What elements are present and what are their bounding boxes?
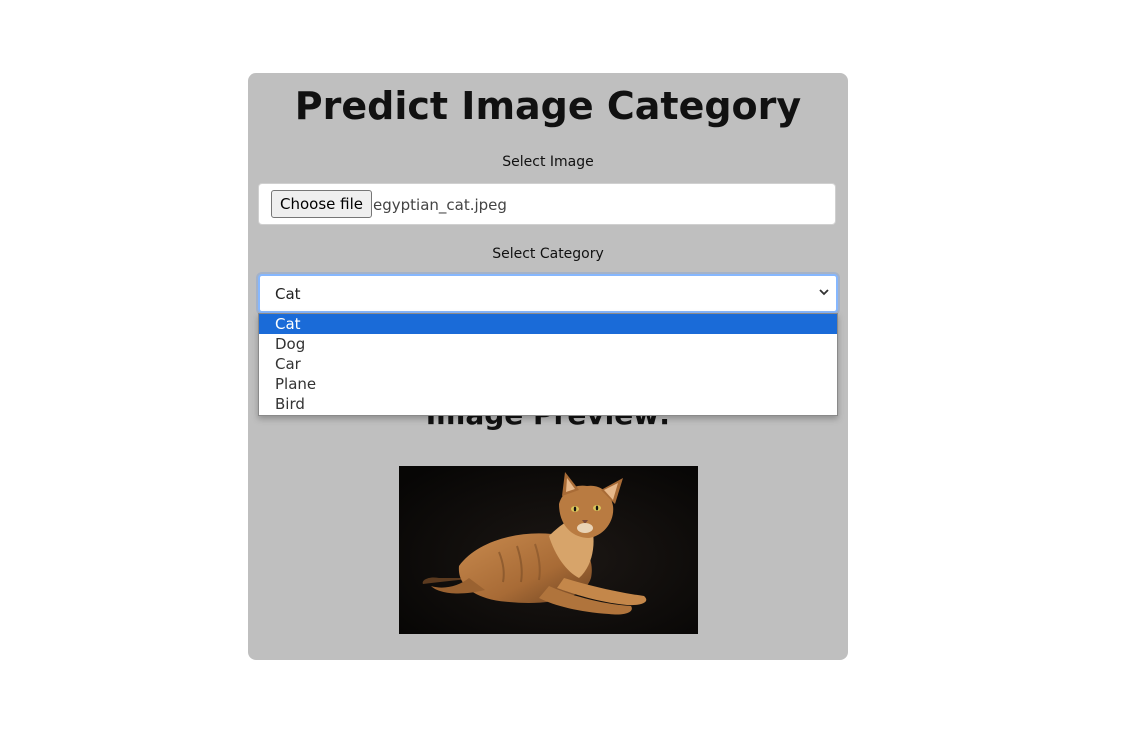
option-car[interactable]: Car [259, 354, 837, 374]
option-bird[interactable]: Bird [259, 394, 837, 414]
option-dog[interactable]: Dog [259, 334, 837, 354]
file-name-text: egyptian_cat.jpeg [373, 196, 507, 214]
choose-file-button[interactable]: Choose file [271, 190, 372, 218]
select-category-label: Select Category [492, 246, 604, 262]
chevron-down-icon [818, 284, 830, 300]
category-dropdown: Cat Dog Car Plane Bird [258, 313, 838, 416]
select-image-label: Select Image [502, 154, 594, 170]
page-title: Predict Image Category [294, 84, 802, 128]
file-input[interactable]: Choose file egyptian_cat.jpeg [258, 183, 836, 225]
option-plane[interactable]: Plane [259, 374, 837, 394]
category-select[interactable]: Cat [258, 274, 838, 313]
option-cat[interactable]: Cat [259, 314, 837, 334]
category-select-value: Cat [275, 285, 301, 303]
preview-image [399, 466, 698, 634]
